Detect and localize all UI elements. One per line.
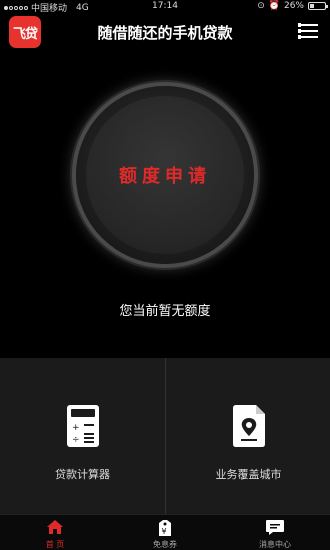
app-header: 飞贷 随借随还的手机贷款	[0, 14, 330, 48]
svg-text:+: +	[72, 423, 80, 433]
home-icon	[0, 519, 110, 537]
alarm-icon: ⏰	[268, 1, 280, 11]
quota-apply-button[interactable]: 额度申请	[76, 86, 254, 264]
list-menu-icon[interactable]	[298, 23, 318, 39]
loan-calculator-tile[interactable]: + ÷ 贷款计算器	[0, 358, 165, 514]
coverage-cities-tile[interactable]: 业务覆盖城市	[166, 358, 330, 514]
svg-text:¥: ¥	[162, 527, 167, 536]
svg-text:÷: ÷	[72, 435, 80, 445]
feature-grid: + ÷ 贷款计算器 业务覆盖城市	[0, 358, 330, 514]
page-title: 随借随还的手机贷款	[97, 24, 233, 42]
location-document-icon	[166, 404, 330, 448]
tab-coupon-label: 免息券	[153, 540, 177, 549]
battery-percent: 26%	[283, 1, 304, 11]
status-bar: 中国移动 4G 17:14 ⊙ ⏰ 26%	[0, 0, 330, 14]
status-right: ⊙ ⏰ 26%	[257, 1, 328, 11]
loan-calculator-label: 贷款计算器	[55, 468, 110, 481]
quota-apply-label: 额度申请	[119, 166, 211, 187]
bottom-tab-bar: 首 页 ¥ 免息券 消息中心	[0, 514, 330, 550]
tab-home[interactable]: 首 页	[0, 515, 110, 550]
coupon-icon: ¥	[110, 519, 220, 537]
tab-messages-label: 消息中心	[259, 540, 291, 549]
coverage-cities-label: 业务覆盖城市	[215, 468, 282, 481]
tab-home-label: 首 页	[45, 540, 65, 549]
calculator-icon: + ÷	[0, 404, 165, 448]
lock-rotation-icon: ⊙	[257, 1, 265, 11]
tab-coupon[interactable]: ¥ 免息券	[110, 515, 220, 550]
hero-section: 额度申请 您当前暂无额度	[0, 48, 330, 358]
tab-messages[interactable]: 消息中心	[220, 515, 330, 550]
message-icon	[220, 519, 330, 537]
battery-icon	[308, 2, 328, 10]
quota-status-text: 您当前暂无额度	[119, 304, 211, 319]
quota-apply-button-inner[interactable]: 额度申请	[86, 96, 244, 254]
